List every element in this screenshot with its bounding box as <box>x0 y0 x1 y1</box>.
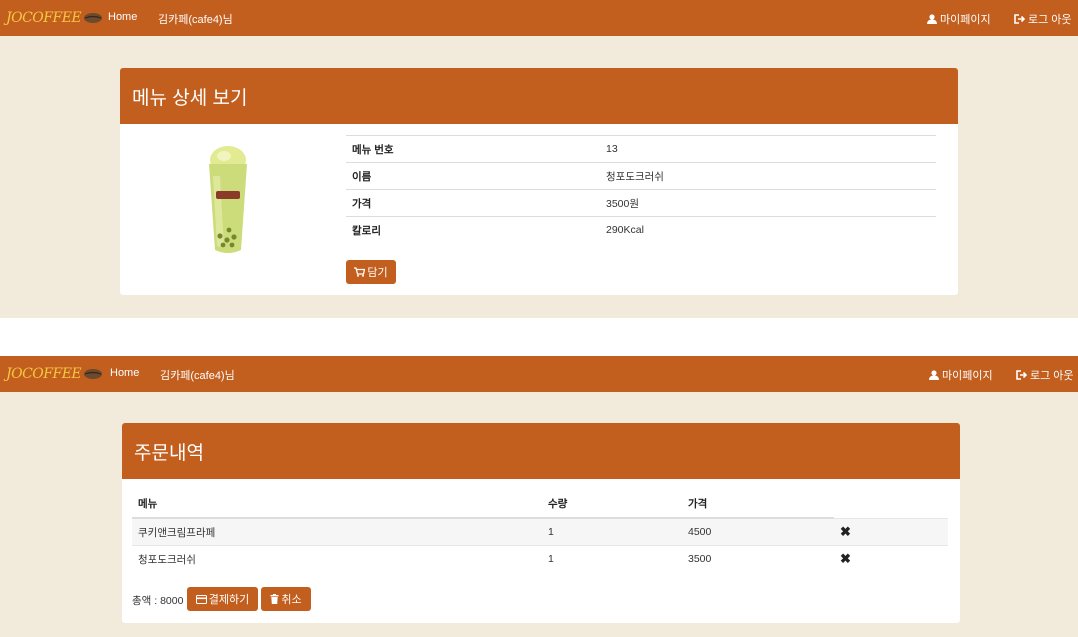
nav-home-link[interactable]: Home <box>110 367 139 379</box>
detail-value: 청포도크러쉬 <box>600 162 936 190</box>
pay-button-label: 결제하기 <box>208 594 250 606</box>
add-to-cart-label: 담기 <box>367 267 388 279</box>
menu-detail-header: 메뉴 상세 보기 <box>120 68 958 124</box>
order-total: 총액 : 8000 <box>132 595 184 607</box>
pay-button[interactable]: 결제하기 <box>187 587 258 611</box>
coffee-bean-icon <box>84 13 103 23</box>
nav-logout-link[interactable]: 로그 아웃 <box>1016 367 1074 383</box>
order-history-header: 주문내역 <box>122 423 960 479</box>
brand-logo-text: JOCOFFEE <box>6 10 82 26</box>
table-row: 청포도크러쉬 1 3500 ✖ <box>132 545 948 572</box>
nav-logout-label: 로그 아웃 <box>1028 14 1072 26</box>
detail-row: 메뉴 번호 13 <box>346 135 936 163</box>
detail-row: 가격 3500원 <box>346 189 936 217</box>
detail-label: 이름 <box>346 162 600 190</box>
nav-user-greeting[interactable]: 김카페(cafe4)님 <box>158 11 233 27</box>
detail-row: 칼로리 290Kcal <box>346 216 936 243</box>
nav-mypage-link[interactable]: 마이페이지 <box>929 367 993 383</box>
col-header-price: 가격 <box>682 490 834 519</box>
cart-icon <box>354 267 366 277</box>
order-history-panel: 주문내역 메뉴 수량 가격 쿠키앤크림프라페 1 4500 ✖ 청포도크러쉬 1… <box>122 423 960 623</box>
menu-detail-panel: 메뉴 상세 보기 메뉴 번호 13 이름 청포도크러쉬 가격 3500원 칼로리… <box>120 68 958 295</box>
order-price: 3500 <box>682 545 834 572</box>
detail-value: 13 <box>600 135 936 163</box>
remove-item-icon[interactable]: ✖ <box>840 524 851 539</box>
nav-home-link[interactable]: Home <box>108 11 137 23</box>
order-price: 4500 <box>682 517 834 546</box>
user-icon <box>929 370 939 380</box>
trash-icon <box>270 594 279 604</box>
logout-icon <box>1014 14 1025 24</box>
remove-item-icon[interactable]: ✖ <box>840 551 851 566</box>
order-qty: 1 <box>542 517 682 546</box>
credit-card-icon <box>195 594 207 604</box>
col-header-menu: 메뉴 <box>132 490 542 519</box>
brand-logo[interactable]: JOCOFFEE <box>6 364 103 384</box>
detail-row: 이름 청포도크러쉬 <box>346 162 936 190</box>
add-to-cart-button[interactable]: 담기 <box>346 260 396 284</box>
detail-label: 메뉴 번호 <box>346 135 600 163</box>
brand-logo[interactable]: JOCOFFEE <box>6 8 103 28</box>
user-icon <box>927 14 937 24</box>
menu-detail-table: 메뉴 번호 13 이름 청포도크러쉬 가격 3500원 칼로리 290Kcal <box>346 135 936 243</box>
menu-product-image <box>204 146 254 256</box>
navbar-top: JOCOFFEE Home 김카페(cafe4)님 마이페이지 로그 아웃 <box>0 0 1078 36</box>
order-table: 메뉴 수량 가격 쿠키앤크림프라페 1 4500 ✖ 청포도크러쉬 1 3500… <box>132 490 948 572</box>
table-row: 쿠키앤크림프라페 1 4500 ✖ <box>132 517 948 546</box>
col-header-qty: 수량 <box>542 490 682 519</box>
order-menu: 청포도크러쉬 <box>132 545 542 572</box>
order-history-title: 주문내역 <box>134 442 204 464</box>
order-header-row: 메뉴 수량 가격 <box>132 490 948 519</box>
detail-label: 칼로리 <box>346 216 600 243</box>
brand-logo-text: JOCOFFEE <box>6 366 82 382</box>
nav-mypage-label: 마이페이지 <box>940 14 991 26</box>
nav-mypage-label: 마이페이지 <box>942 370 993 382</box>
navbar-bottom: JOCOFFEE Home 김카페(cafe4)님 마이페이지 로그 아웃 <box>0 356 1078 392</box>
menu-detail-title: 메뉴 상세 보기 <box>132 87 248 109</box>
nav-logout-label: 로그 아웃 <box>1030 370 1074 382</box>
detail-value: 290Kcal <box>600 216 936 243</box>
order-menu: 쿠키앤크림프라페 <box>132 517 542 546</box>
nav-logout-link[interactable]: 로그 아웃 <box>1014 11 1072 27</box>
coffee-bean-icon <box>84 369 103 379</box>
logout-icon <box>1016 370 1027 380</box>
nav-mypage-link[interactable]: 마이페이지 <box>927 11 991 27</box>
detail-value: 3500원 <box>600 189 936 217</box>
cancel-order-button[interactable]: 취소 <box>261 587 311 611</box>
detail-label: 가격 <box>346 189 600 217</box>
order-qty: 1 <box>542 545 682 572</box>
cancel-button-label: 취소 <box>281 594 302 606</box>
nav-user-greeting[interactable]: 김카페(cafe4)님 <box>160 367 235 383</box>
